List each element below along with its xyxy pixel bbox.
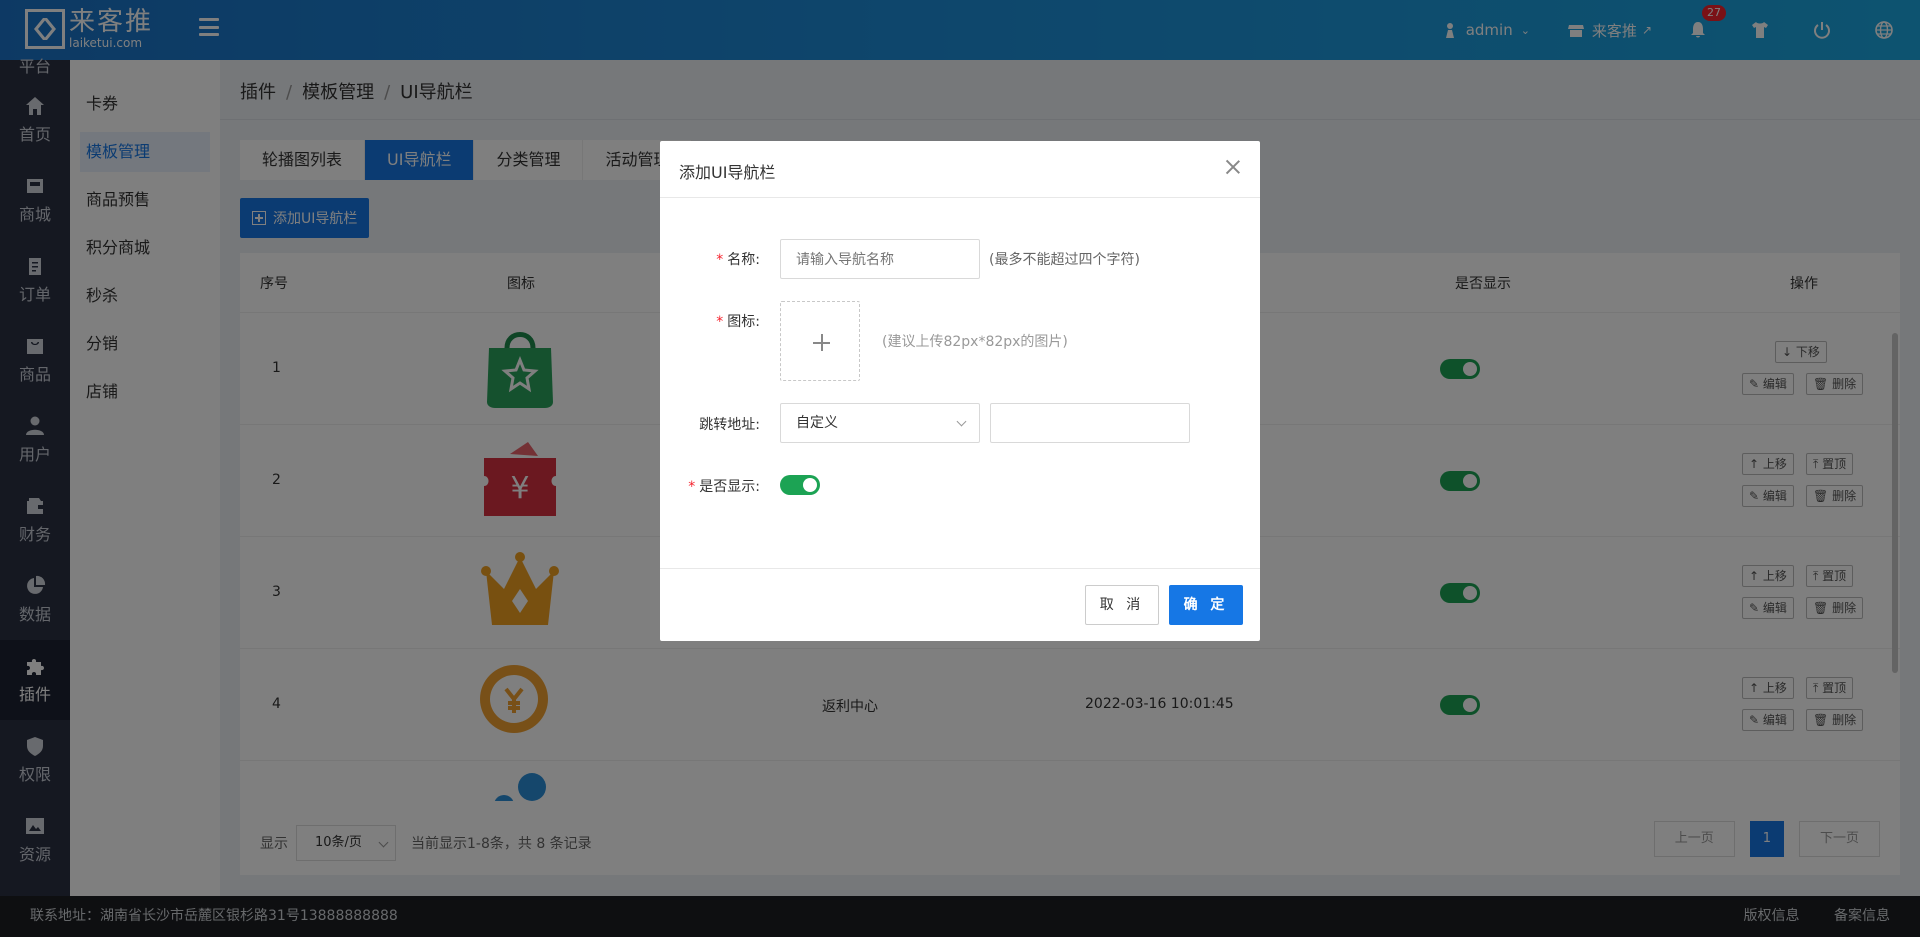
dialog-title: 添加UI导航栏	[679, 163, 776, 182]
name-input[interactable]	[780, 239, 980, 279]
chevron-down-icon	[956, 416, 967, 427]
name-hint: (最多不能超过四个字符)	[989, 252, 1140, 268]
icon-label: * 图标:	[716, 314, 760, 330]
cancel-button[interactable]: 取 消	[1085, 585, 1159, 625]
confirm-button[interactable]: 确 定	[1169, 585, 1243, 625]
name-label: * 名称:	[716, 252, 760, 268]
show-label: * 是否显示:	[688, 479, 760, 495]
link-type-select[interactable]: 自定义	[780, 403, 980, 443]
link-label: 跳转地址:	[699, 417, 760, 433]
show-switch[interactable]	[780, 475, 820, 495]
link-url-input[interactable]	[990, 403, 1190, 443]
icon-upload-button[interactable]	[780, 301, 860, 381]
close-icon[interactable]	[1226, 160, 1240, 174]
icon-hint: (建议上传82px*82px的图片)	[882, 334, 1068, 350]
add-ui-nav-dialog: 添加UI导航栏 *名称: (最多不能超过四个字符) *图标: (建议上传82px…	[660, 141, 1260, 641]
